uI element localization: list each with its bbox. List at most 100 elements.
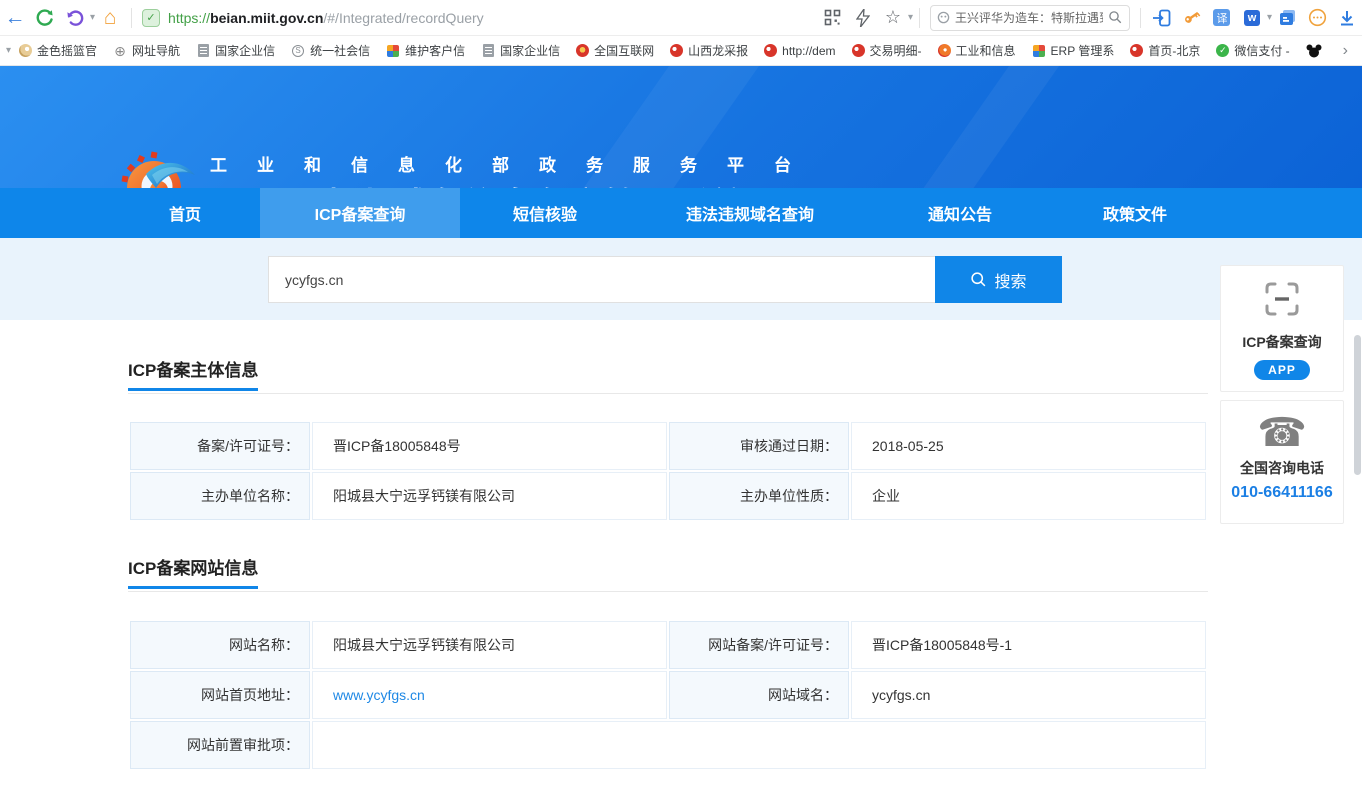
multi-window-icon[interactable]	[1272, 4, 1302, 32]
phone-card[interactable]: ☎ 全国咨询电话 010-66411166	[1220, 400, 1344, 524]
search-icon[interactable]	[1108, 10, 1123, 25]
undo-icon[interactable]	[60, 4, 90, 32]
word-glyph: w	[1244, 10, 1260, 26]
bookmark-item[interactable]: 国家企业信	[188, 39, 283, 63]
word-doc-icon[interactable]: w	[1237, 4, 1267, 32]
bookmark-item[interactable]	[1298, 39, 1330, 63]
bookmark-item[interactable]: 交易明细-	[844, 39, 930, 63]
red-site-favicon	[670, 44, 683, 57]
nav-tab-illegal-domain[interactable]: 违法违规域名查询	[630, 188, 870, 238]
table-row: 备案/许可证号： 晋ICP备18005848号 审核通过日期： 2018-05-…	[130, 422, 1206, 470]
translate-icon[interactable]: 译	[1207, 4, 1237, 32]
website-section-heading: ICP备案网站信息	[128, 554, 258, 589]
url-host: beian.miit.gov.cn	[210, 10, 323, 26]
undo-glyph	[65, 8, 85, 28]
field-label: 网站前置审批项：	[130, 721, 310, 769]
field-label: 网站首页地址：	[130, 671, 310, 719]
field-value	[312, 721, 1206, 769]
download-glyph	[1338, 9, 1356, 27]
bookmark-item[interactable]: 金色摇篮官	[11, 39, 105, 63]
icp-app-card[interactable]: ICP备案查询 APP	[1220, 265, 1344, 392]
bookmark-label: 网址导航	[132, 42, 180, 59]
field-value: ycyfgs.cn	[851, 671, 1206, 719]
field-label: 备案/许可证号：	[130, 422, 310, 470]
nav-tab-icp-query[interactable]: ICP备案查询	[260, 188, 460, 238]
search-button-label: 搜索	[994, 268, 1026, 292]
red-site-favicon	[852, 44, 865, 57]
refresh-icon[interactable]	[30, 4, 60, 32]
hot-search-text: 王兴评华为造车：特斯拉遇到	[955, 9, 1103, 26]
bookmark-star-icon[interactable]: ☆	[878, 4, 908, 32]
miit-gear-favicon	[938, 44, 951, 57]
subject-info-table: 备案/许可证号： 晋ICP备18005848号 审核通过日期： 2018-05-…	[128, 420, 1208, 522]
platform-subtitle: 工业和信息化部政务服务平台	[210, 151, 821, 176]
hot-search-box[interactable]: 王兴评华为造车：特斯拉遇到	[930, 5, 1130, 31]
url-scheme: https://	[168, 10, 210, 26]
bookmark-item[interactable]: ✓微信支付 -	[1208, 39, 1297, 63]
url-text[interactable]: https://beian.miit.gov.cn/#/Integrated/r…	[168, 10, 484, 26]
bookmark-label: 金色摇篮官	[37, 42, 97, 59]
homepage-link[interactable]: www.ycyfgs.cn	[333, 687, 425, 703]
search-icon	[970, 271, 987, 288]
login-glyph	[1152, 8, 1172, 28]
national-emblem-favicon	[576, 44, 589, 57]
star-dropdown-icon[interactable]: ▾	[908, 12, 913, 23]
nav-tab-sms-verify[interactable]: 短信核验	[460, 188, 630, 238]
section-divider	[128, 393, 1208, 394]
secure-shield-icon[interactable]: ✓	[142, 9, 160, 27]
login-device-icon[interactable]	[1147, 4, 1177, 32]
translate-glyph: 译	[1213, 9, 1230, 26]
field-label: 主办单位名称：	[130, 472, 310, 520]
bookmark-item[interactable]: 维护客户信	[378, 39, 473, 63]
bookmark-item[interactable]: 全国互联网	[568, 39, 662, 63]
search-button[interactable]: 搜索	[935, 256, 1062, 303]
field-label: 网站域名：	[669, 671, 849, 719]
domain-search-input[interactable]	[268, 256, 935, 303]
download-icon[interactable]	[1332, 4, 1362, 32]
app-badge[interactable]: APP	[1254, 360, 1310, 380]
address-bar[interactable]: ✓ https://beian.miit.gov.cn/#/Integrated…	[142, 9, 484, 27]
bookmark-item[interactable]: 国家企业信	[473, 39, 568, 63]
site-header: 工业和信息化部政务服务平台 ICP/IP地址/域名信息备案管理系统	[0, 66, 1362, 188]
section-divider	[128, 591, 1208, 592]
bookmark-item[interactable]: 首页-北京	[1122, 39, 1208, 63]
smiley-glyph	[1308, 8, 1327, 27]
scrollbar-thumb[interactable]	[1354, 335, 1361, 475]
bookmark-label: 国家企业信	[500, 42, 560, 59]
bookmark-item[interactable]: ERP 管理系	[1024, 39, 1123, 63]
password-key-icon[interactable]	[1177, 4, 1207, 32]
bookmark-label: 统一社会信	[310, 42, 370, 59]
back-glyph: ←	[5, 7, 26, 28]
nav-tab-notices[interactable]: 通知公告	[870, 188, 1050, 238]
bookmark-label: 国家企业信	[215, 42, 275, 59]
phone-number[interactable]: 010-66411166	[1221, 484, 1343, 502]
bookmark-item[interactable]: 山西龙采报	[662, 39, 756, 63]
nav-tab-home[interactable]: 首页	[110, 188, 260, 238]
back-icon[interactable]: ←	[0, 4, 30, 32]
mickey-favicon	[1306, 44, 1322, 58]
lightning-glyph	[856, 9, 870, 27]
table-row: 网站首页地址： www.ycyfgs.cn 网站域名： ycyfgs.cn	[130, 671, 1206, 719]
bookmark-item[interactable]: ⊕网址导航	[105, 39, 188, 63]
feedback-smiley-icon[interactable]	[1302, 4, 1332, 32]
home-icon[interactable]: ⌂	[95, 4, 125, 32]
bookmark-item[interactable]: S统一社会信	[283, 39, 378, 63]
url-path: /#/Integrated/recordQuery	[323, 10, 483, 26]
bookmark-label: 维护客户信	[405, 42, 465, 59]
bookmark-label: 全国互联网	[594, 42, 654, 59]
qr-code-icon[interactable]	[818, 4, 848, 32]
field-label: 网站名称：	[130, 621, 310, 669]
field-value: www.ycyfgs.cn	[312, 671, 667, 719]
bookmark-item[interactable]: 工业和信息	[930, 39, 1024, 63]
bookmarks-overflow-icon[interactable]: ›	[1335, 42, 1356, 60]
color-grid-favicon	[1033, 45, 1045, 57]
document-favicon	[198, 44, 209, 57]
nav-tab-policies[interactable]: 政策文件	[1050, 188, 1220, 238]
red-site-favicon	[1130, 44, 1143, 57]
field-label: 审核通过日期：	[669, 422, 849, 470]
bookmark-item[interactable]: http://dem	[756, 39, 843, 63]
table-row: 网站名称： 阳城县大宁远孚钙镁有限公司 网站备案/许可证号： 晋ICP备1800…	[130, 621, 1206, 669]
app-card-label: ICP备案查询	[1221, 332, 1343, 352]
accelerator-lightning-icon[interactable]	[848, 4, 878, 32]
key-glyph	[1182, 8, 1201, 27]
